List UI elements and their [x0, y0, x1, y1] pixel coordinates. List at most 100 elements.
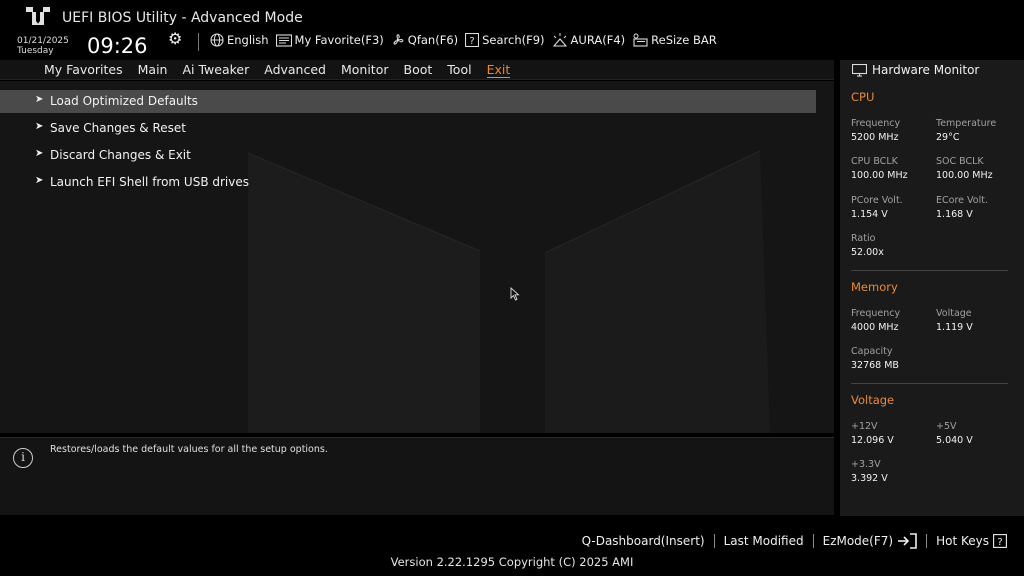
arrow-icon: ➤ — [35, 175, 44, 186]
cpu-heading: CPU — [851, 90, 875, 104]
menu-item-label: Save Changes & Reset — [50, 121, 186, 135]
cpu-bclk-label: CPU BCLK — [851, 156, 898, 167]
ezmode-label: EzMode(F7) — [822, 534, 894, 548]
pcore-volt-value: 1.154 V — [851, 209, 888, 220]
favorite-icon — [275, 33, 292, 47]
header: UEFI BIOS Utility - Advanced Mode 01/21/… — [0, 0, 1024, 60]
menu-item-launch-efi-shell[interactable]: ➤ Launch EFI Shell from USB drives — [0, 171, 834, 194]
menu-item-label: Launch EFI Shell from USB drives — [50, 175, 250, 189]
date: 01/21/2025 — [17, 36, 69, 46]
soc-bclk-value: 100.00 MHz — [936, 170, 993, 181]
arrow-icon: ➤ — [35, 148, 44, 159]
language-label: English — [227, 33, 269, 47]
help-panel: i Restores/loads the default values for … — [0, 437, 834, 515]
exit-arrow-icon — [898, 533, 917, 549]
tab-tool[interactable]: Tool — [447, 62, 471, 78]
language-button[interactable]: English — [210, 33, 269, 47]
hot-keys-label: Hot Keys — [936, 534, 989, 548]
cpu-temperature-label: Temperature — [936, 118, 997, 129]
hardware-monitor-panel: Hardware Monitor CPU Frequency 5200 MHz … — [840, 60, 1024, 516]
ezmode-button[interactable]: EzMode(F7) — [814, 533, 926, 549]
hardware-monitor-title: Hardware Monitor — [852, 63, 979, 77]
tab-advanced[interactable]: Advanced — [264, 62, 326, 78]
exit-menu: ➤ Load Optimized Defaults ➤ Save Changes… — [0, 90, 834, 198]
cpu-frequency-label: Frequency — [851, 118, 901, 129]
memory-frequency-label: Frequency — [851, 308, 901, 319]
info-icon: i — [13, 448, 33, 468]
v5-value: 5.040 V — [936, 435, 973, 446]
cpu-bclk-value: 100.00 MHz — [851, 170, 908, 181]
aura-button[interactable]: AURA(F4) — [552, 33, 626, 47]
tab-ai-tweaker[interactable]: Ai Tweaker — [182, 62, 249, 78]
date-display: 01/21/2025 Tuesday — [17, 36, 69, 56]
ratio-value: 52.00x — [851, 247, 884, 258]
memory-voltage-value: 1.119 V — [936, 322, 973, 333]
section-divider — [851, 270, 1008, 271]
v5-label: +5V — [936, 421, 957, 432]
header-divider — [198, 33, 199, 51]
tab-monitor[interactable]: Monitor — [341, 62, 389, 78]
help-icon: ? — [993, 534, 1007, 548]
resize-bar-label: ReSize BAR — [651, 33, 717, 47]
menu-item-load-optimized-defaults[interactable]: ➤ Load Optimized Defaults — [0, 90, 816, 113]
aura-icon — [552, 33, 567, 47]
tuf-logo — [26, 7, 50, 25]
ratio-label: Ratio — [851, 233, 876, 244]
last-modified-label: Last Modified — [723, 534, 804, 548]
my-favorite-button[interactable]: My Favorite(F3) — [275, 33, 384, 47]
footer-bar: Q-Dashboard(Insert) Last Modified EzMode… — [573, 533, 1016, 549]
toolbar: English My Favorite(F3) Qfan(F6) ? Searc… — [210, 33, 717, 47]
voltage-heading: Voltage — [851, 393, 895, 407]
globe-icon — [210, 33, 224, 47]
cpu-temperature-value: 29°C — [936, 132, 960, 143]
clock: 09:26 — [87, 34, 148, 58]
last-modified-button[interactable]: Last Modified — [715, 534, 813, 548]
mouse-cursor-icon — [510, 287, 520, 301]
search-icon: ? — [465, 33, 480, 47]
my-favorite-label: My Favorite(F3) — [294, 33, 384, 47]
soc-bclk-label: SOC BCLK — [936, 156, 984, 167]
aura-label: AURA(F4) — [570, 33, 626, 47]
hardware-monitor-label: Hardware Monitor — [872, 63, 980, 77]
v33-value: 3.392 V — [851, 473, 888, 484]
v33-label: +3.3V — [851, 459, 881, 470]
tab-my-favorites[interactable]: My Favorites — [44, 62, 123, 78]
ecore-volt-label: ECore Volt. — [936, 195, 988, 206]
hot-keys-button[interactable]: Hot Keys ? — [927, 534, 1016, 548]
q-dashboard-button[interactable]: Q-Dashboard(Insert) — [573, 534, 714, 548]
gear-icon[interactable]: ⚙ — [168, 29, 182, 48]
search-button[interactable]: ? Search(F9) — [465, 33, 545, 47]
resize-bar-button[interactable]: ReSize BAR — [632, 33, 717, 47]
footer: Q-Dashboard(Insert) Last Modified EzMode… — [0, 516, 1024, 576]
memory-heading: Memory — [851, 280, 898, 294]
qfan-label: Qfan(F6) — [407, 33, 459, 47]
tab-main[interactable]: Main — [138, 62, 168, 78]
qfan-button[interactable]: Qfan(F6) — [391, 33, 458, 47]
v12-value: 12.096 V — [851, 435, 894, 446]
search-label: Search(F9) — [482, 33, 545, 47]
help-text: Restores/loads the default values for al… — [50, 444, 328, 455]
cpu-frequency-value: 5200 MHz — [851, 132, 899, 143]
memory-frequency-value: 4000 MHz — [851, 322, 899, 333]
memory-voltage-label: Voltage — [936, 308, 972, 319]
resize-bar-icon — [633, 33, 648, 47]
ecore-volt-value: 1.168 V — [936, 209, 973, 220]
weekday: Tuesday — [17, 46, 54, 56]
svg-text:?: ? — [469, 36, 474, 47]
v12-label: +12V — [851, 421, 878, 432]
memory-capacity-label: Capacity — [851, 346, 893, 357]
q-dashboard-label: Q-Dashboard(Insert) — [581, 534, 705, 548]
tab-boot[interactable]: Boot — [404, 62, 433, 78]
memory-capacity-value: 32768 MB — [851, 360, 899, 371]
tab-list: My Favorites Main Ai Tweaker Advanced Mo… — [44, 62, 511, 78]
fan-icon — [393, 34, 404, 45]
pcore-volt-label: PCore Volt. — [851, 195, 903, 206]
main-panel: ➤ Load Optimized Defaults ➤ Save Changes… — [0, 81, 834, 433]
menu-item-save-changes-reset[interactable]: ➤ Save Changes & Reset — [0, 117, 834, 140]
svg-text:?: ? — [997, 537, 1002, 548]
menu-item-discard-changes-exit[interactable]: ➤ Discard Changes & Exit — [0, 144, 834, 167]
tab-exit[interactable]: Exit — [486, 62, 511, 78]
menu-item-label: Load Optimized Defaults — [50, 94, 198, 108]
monitor-icon — [852, 63, 867, 77]
section-divider — [851, 383, 1008, 384]
